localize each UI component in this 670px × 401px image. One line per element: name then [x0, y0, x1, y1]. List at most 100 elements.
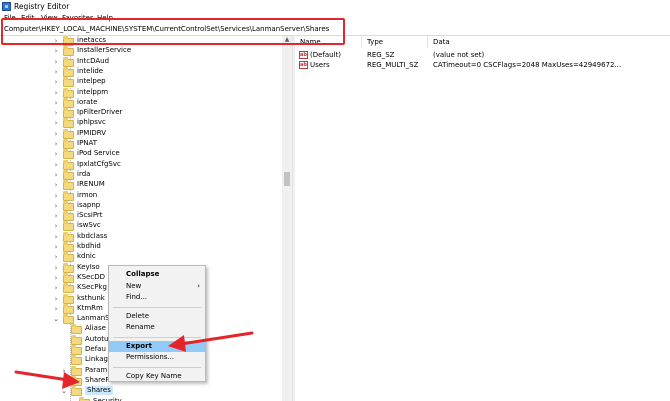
scroll-thumb[interactable] [284, 172, 290, 186]
expand-chevron-icon[interactable]: › [53, 274, 59, 282]
tree-item[interactable]: › iPod Service [0, 149, 282, 160]
expand-chevron-icon[interactable]: › [61, 367, 67, 375]
expand-chevron-icon[interactable]: › [53, 192, 59, 200]
folder-icon [63, 211, 74, 222]
context-menu-item-label: Find... [126, 293, 148, 301]
tree-item-label: irda [77, 169, 91, 178]
column-header-data[interactable]: Data [433, 38, 450, 46]
folder-icon [63, 108, 74, 119]
tree-item-label: Autotu [85, 334, 109, 343]
address-bar[interactable]: Computer\HKEY_LOCAL_MACHINE\SYSTEM\Curre… [0, 24, 670, 36]
tree-item-label: inetaccs [77, 36, 107, 44]
expand-chevron-icon[interactable]: › [53, 284, 59, 292]
tree-item[interactable]: › InstallerService [0, 46, 282, 57]
expand-chevron-icon[interactable]: › [53, 130, 59, 138]
context-menu: Collapse New › Find... Delete Rename Export Per… [108, 265, 206, 382]
column-header-type[interactable]: Type [367, 38, 383, 46]
tree-item[interactable]: › iphlpsvc [0, 118, 282, 129]
context-menu-item-permissions[interactable]: Permissions... [109, 352, 205, 363]
column-separator[interactable] [361, 36, 362, 48]
tree-item-label: ShareP [85, 375, 110, 384]
context-menu-item-delete[interactable]: Delete [109, 311, 205, 322]
expand-chevron-icon[interactable]: › [53, 243, 59, 251]
address-path[interactable]: Computer\HKEY_LOCAL_MACHINE\SYSTEM\Curre… [4, 25, 329, 33]
folder-icon [63, 262, 74, 273]
expand-chevron-icon[interactable]: › [53, 68, 59, 76]
table-row[interactable]: ab Users REG_MULTI_SZ CATimeout=0 CSCFlags=… [295, 60, 670, 70]
tree-item[interactable]: › IntcDAud [0, 56, 282, 67]
tree-item[interactable]: › IPNAT [0, 139, 282, 149]
column-header-name[interactable]: Name [300, 38, 321, 46]
expand-chevron-icon[interactable]: › [53, 37, 59, 45]
context-menu-item-collapse[interactable]: Collapse [109, 269, 205, 280]
menu-edit[interactable]: Edit [21, 14, 35, 22]
expand-chevron-icon[interactable]: › [53, 150, 59, 158]
menu-help[interactable]: Help [97, 14, 113, 22]
expand-chevron-icon[interactable]: › [53, 171, 59, 179]
expand-chevron-icon[interactable]: › [53, 181, 59, 189]
tree-item[interactable]: › kbdclass [0, 231, 282, 242]
tree-item[interactable]: › intelide [0, 66, 282, 77]
expand-chevron-icon[interactable]: › [53, 295, 59, 303]
tree-item[interactable]: › irda [0, 169, 282, 180]
folder-icon [63, 242, 74, 252]
context-menu-item-copy-key-name[interactable]: Copy Key Name [109, 371, 205, 382]
title-bar: Registry Editor [0, 0, 670, 14]
collapse-chevron-icon[interactable]: ⌄ [53, 315, 59, 323]
expand-chevron-icon[interactable]: › [53, 305, 59, 313]
scroll-up-arrow-icon[interactable]: ▲ [282, 36, 292, 44]
tree-item-label: IntcDAud [77, 56, 110, 65]
expand-chevron-icon[interactable]: › [53, 253, 59, 261]
table-row[interactable]: ab (Default) REG_SZ (value not set) [295, 50, 670, 60]
folder-icon [63, 283, 74, 294]
tree-item[interactable]: › IRENUM [0, 180, 282, 191]
expand-chevron-icon[interactable]: › [53, 47, 59, 55]
tree-item[interactable]: › kdnic [0, 252, 282, 263]
expand-chevron-icon[interactable]: › [53, 78, 59, 86]
menu-view[interactable]: View [41, 14, 58, 22]
folder-icon [71, 375, 82, 386]
expand-chevron-icon[interactable]: › [53, 58, 59, 66]
expand-chevron-icon[interactable]: › [53, 222, 59, 230]
expand-chevron-icon[interactable]: › [53, 89, 59, 97]
collapse-chevron-icon[interactable]: ⌄ [61, 387, 67, 395]
tree-item[interactable]: Security [0, 396, 282, 401]
tree-item[interactable]: › irmon [0, 190, 282, 201]
tree-item[interactable]: › kbdhid [0, 242, 282, 252]
tree-item[interactable]: › isapnp [0, 200, 282, 211]
expand-chevron-icon[interactable]: › [53, 264, 59, 272]
folder-icon [63, 149, 74, 160]
folder-icon [63, 128, 74, 139]
tree-item[interactable]: › iorate [0, 97, 282, 108]
context-menu-item-find[interactable]: Find... [109, 292, 205, 303]
tree-item[interactable]: › IPMIDRV [0, 128, 282, 139]
context-menu-item-new[interactable]: New › [109, 281, 205, 292]
expand-chevron-icon[interactable]: › [53, 109, 59, 117]
expand-chevron-icon[interactable]: › [53, 202, 59, 210]
tree-item[interactable]: › iswSvc [0, 221, 282, 232]
expand-chevron-icon[interactable]: › [53, 99, 59, 107]
expand-chevron-icon[interactable]: › [53, 119, 59, 127]
tree-item[interactable]: › IpxlatCfgSvc [0, 159, 282, 170]
expand-chevron-icon[interactable]: › [53, 161, 59, 169]
column-separator[interactable] [427, 36, 428, 48]
tree-scrollbar[interactable]: ▲ [282, 36, 292, 401]
menu-favorites[interactable]: Favorites [62, 14, 94, 22]
context-menu-item-export[interactable]: Export [109, 340, 205, 352]
string-value-icon: ab [299, 51, 308, 59]
expand-chevron-icon[interactable]: › [53, 233, 59, 241]
tree-item-label: Shares [85, 386, 113, 396]
values-pane[interactable]: Name Type Data ab (Default) REG_SZ (value n… [295, 36, 670, 401]
tree-item[interactable]: › intelppm [0, 87, 282, 98]
tree-item[interactable]: › intelpep [0, 77, 282, 88]
expand-chevron-icon[interactable]: › [53, 212, 59, 220]
tree-item[interactable]: › iScsiPrt [0, 211, 282, 222]
expand-chevron-icon[interactable]: › [53, 140, 59, 148]
menu-file[interactable]: File [4, 14, 16, 22]
tree-item[interactable]: › IpFilterDriver [0, 108, 282, 119]
context-menu-item-rename[interactable]: Rename [109, 322, 205, 333]
folder-icon [63, 97, 74, 108]
tree-item-label: Linkag [85, 355, 108, 364]
tree-item[interactable]: ⌄ Shares [0, 386, 282, 397]
tree-item[interactable]: › inetaccs [0, 36, 282, 46]
